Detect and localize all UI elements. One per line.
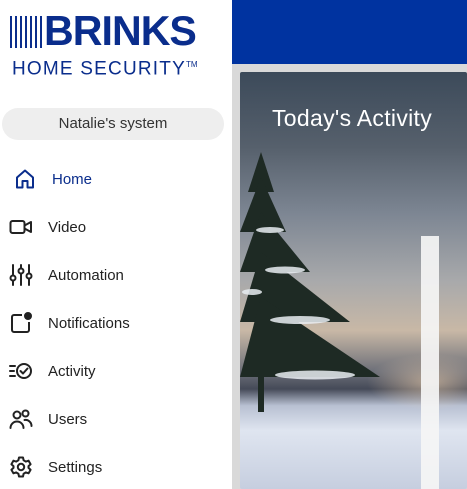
sidebar-item-users[interactable]: Users (0, 395, 232, 443)
sidebar-item-notifications[interactable]: Notifications (0, 299, 232, 347)
sidebar-item-automation[interactable]: Automation (0, 251, 232, 299)
sidebar-item-activity[interactable]: Activity (0, 347, 232, 395)
sidebar-item-label: Settings (48, 458, 103, 476)
sliders-icon (9, 263, 33, 287)
sidebar-item-settings[interactable]: Settings (0, 443, 232, 489)
sidebar-item-label: Activity (48, 362, 96, 380)
logo-tagline: HOME SECURITYTM (12, 55, 198, 79)
notification-icon (9, 311, 33, 335)
main-content: Today's Activity (232, 64, 467, 489)
logo-wordmark: BRINKS (44, 7, 197, 54)
brinks-logo[interactable]: BRINKS HOME SECURITYTM (10, 7, 215, 80)
sidebar-item-label: Video (48, 218, 87, 236)
todays-activity-card[interactable]: Today's Activity (240, 72, 467, 489)
card-title: Today's Activity (272, 105, 433, 131)
logo-bars-icon (10, 16, 42, 48)
snowy-tree-image (240, 152, 380, 412)
home-icon (13, 167, 37, 191)
gear-icon (9, 455, 33, 479)
trademark-mark: TM (185, 60, 198, 69)
sidebar-nav: Home Video Automation Notifications Acti… (0, 155, 232, 489)
users-icon (9, 407, 33, 431)
sidebar-item-label: Automation (48, 266, 124, 284)
sidebar-item-label: Users (48, 410, 88, 428)
activity-panel-scroll-track[interactable] (421, 236, 439, 489)
system-selector[interactable]: Natalie's system (2, 108, 224, 140)
logo-tagline-text: HOME SECURITY (12, 58, 186, 80)
sidebar-item-video[interactable]: Video (0, 203, 232, 251)
sidebar-item-label: Notifications (48, 314, 130, 332)
sidebar: BRINKS HOME SECURITYTM Natalie's system … (0, 0, 232, 489)
video-camera-icon (9, 215, 33, 239)
sidebar-item-home[interactable]: Home (0, 155, 232, 203)
activity-list-icon (9, 359, 33, 383)
sidebar-item-label: Home (52, 170, 93, 188)
